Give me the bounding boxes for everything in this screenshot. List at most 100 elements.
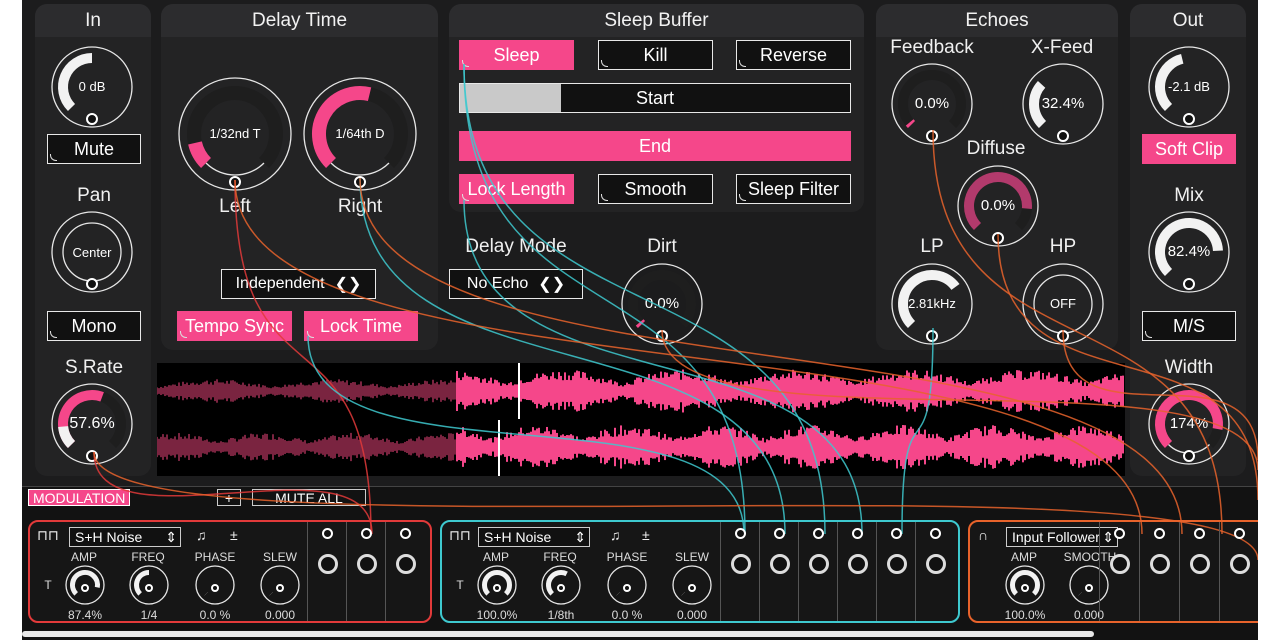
sleep-filter-label: Sleep Filter — [747, 178, 840, 199]
mono-label: Mono — [71, 315, 117, 336]
mod2-phase-knob[interactable] — [607, 565, 647, 605]
mod-depth-knob[interactable] — [318, 554, 338, 574]
add-modulator-button[interactable]: + — [217, 489, 241, 506]
dirt-knob[interactable]: 0.0% — [621, 263, 703, 345]
mod1-amp-knob[interactable] — [65, 565, 105, 605]
end-label: End — [638, 135, 672, 156]
mute-all-button[interactable]: MUTE ALL — [252, 489, 366, 506]
arrows-icon: ❮❯ — [334, 276, 362, 293]
mix-knob[interactable]: 82.4% — [1148, 211, 1230, 293]
tempo-sync-button[interactable]: Tempo Sync — [177, 311, 292, 341]
lock-length-button[interactable]: Lock Length — [459, 174, 574, 204]
mod2-type-select[interactable]: S+H Noise ⇕ — [478, 527, 590, 547]
mod-depth-knob[interactable] — [1150, 554, 1170, 574]
mod-output-port[interactable] — [1114, 528, 1125, 539]
xfeed-label: X-Feed — [1030, 37, 1094, 58]
mod-output-port[interactable] — [735, 528, 746, 539]
mute-label: Mute — [73, 138, 115, 159]
mod1-slew-knob[interactable] — [260, 565, 300, 605]
mod-output-port[interactable] — [322, 528, 333, 539]
trigger-label: T — [456, 578, 464, 592]
mod1-type: S+H Noise — [75, 529, 143, 545]
kill-button[interactable]: Kill — [598, 40, 713, 70]
sleep-button[interactable]: Sleep — [459, 40, 574, 70]
mod-depth-knob[interactable] — [848, 554, 868, 574]
reverse-button[interactable]: Reverse — [736, 40, 851, 70]
left-delay-knob[interactable]: 1/32nd T — [178, 77, 292, 191]
mod-depth-knob[interactable] — [770, 554, 790, 574]
hp-knob[interactable]: OFF — [1022, 263, 1104, 345]
mod1-freq-knob[interactable] — [129, 565, 169, 605]
bipolar-icon[interactable]: ± — [642, 527, 650, 543]
mono-button[interactable]: Mono — [47, 311, 141, 341]
mod1-phase-knob[interactable] — [195, 565, 235, 605]
modulator-2: ⊓⊓ S+H Noise ⇕ ♫ ± AMP FREQ PHASE SLEW 10… — [440, 520, 960, 623]
mod-output-port[interactable] — [852, 528, 863, 539]
delay-link-select[interactable]: Independent ❮❯ — [221, 269, 376, 299]
lock-time-button[interactable]: Lock Time — [304, 311, 418, 341]
srate-label: S.Rate — [64, 357, 124, 378]
ms-button[interactable]: M/S — [1142, 311, 1236, 341]
mod-depth-knob[interactable] — [809, 554, 829, 574]
mod-output-port[interactable] — [1154, 528, 1165, 539]
lp-knob[interactable]: 2.81kHz — [891, 263, 973, 345]
left-label: Left — [219, 196, 251, 217]
mod3-type-select[interactable]: Input Follower ⇕ — [1006, 527, 1118, 547]
right-delay-knob[interactable]: 1/64th D — [303, 77, 417, 191]
mod-slot-divider — [307, 522, 308, 621]
mod2-amp-knob[interactable] — [477, 565, 517, 605]
feedback-knob[interactable]: 0.0% — [891, 63, 973, 145]
srate-value: 57.6% — [69, 415, 115, 432]
mod-slot-divider — [798, 522, 799, 621]
diffuse-knob[interactable]: 0.0% — [957, 165, 1039, 247]
width-knob[interactable]: 174% — [1148, 383, 1230, 465]
mod3-smooth-knob[interactable] — [1069, 565, 1109, 605]
waveform-display[interactable] — [156, 363, 1125, 476]
mod-output-port[interactable] — [930, 528, 941, 539]
feedback-value: 0.0% — [914, 95, 950, 112]
mod-output-port[interactable] — [361, 528, 372, 539]
soft-clip-button[interactable]: Soft Clip — [1142, 134, 1236, 164]
mod-depth-knob[interactable] — [396, 554, 416, 574]
mod-depth-knob[interactable] — [1190, 554, 1210, 574]
srate-knob[interactable]: 57.6% — [51, 383, 133, 465]
mod-depth-knob[interactable] — [731, 554, 751, 574]
mod-depth-knob[interactable] — [1230, 554, 1250, 574]
note-icon[interactable]: ♫ — [610, 527, 621, 543]
mod-output-port[interactable] — [774, 528, 785, 539]
mod-depth-knob[interactable] — [926, 554, 946, 574]
echoes-title: Echoes — [876, 4, 1118, 37]
input-gain-value: 0 dB — [78, 79, 106, 94]
start-slider[interactable]: Start — [459, 83, 851, 113]
bipolar-icon[interactable]: ± — [230, 527, 238, 543]
mod1-type-select[interactable]: S+H Noise ⇕ — [69, 527, 181, 547]
start-label: Start — [635, 87, 674, 108]
note-icon[interactable]: ♫ — [196, 527, 207, 543]
mod3-amp-knob[interactable] — [1005, 565, 1045, 605]
mod2-slew-knob[interactable] — [672, 565, 712, 605]
smooth-button[interactable]: Smooth — [598, 174, 713, 204]
mod-depth-knob[interactable] — [1110, 554, 1130, 574]
updown-icon: ⇕ — [165, 528, 177, 545]
mod-output-port[interactable] — [891, 528, 902, 539]
mod-output-port[interactable] — [813, 528, 824, 539]
mod-depth-knob[interactable] — [887, 554, 907, 574]
mod-output-port[interactable] — [1234, 528, 1245, 539]
end-slider[interactable]: End — [459, 131, 851, 161]
mod-output-port[interactable] — [1194, 528, 1205, 539]
mod-output-port[interactable] — [400, 528, 411, 539]
mute-button[interactable]: Mute — [47, 134, 141, 164]
lock-length-label: Lock Length — [467, 178, 566, 199]
xfeed-knob[interactable]: 32.4% — [1022, 63, 1104, 145]
horizontal-scrollbar[interactable] — [22, 631, 1094, 637]
pan-knob[interactable]: Center — [51, 211, 133, 293]
mod-depth-knob[interactable] — [357, 554, 377, 574]
output-gain-knob[interactable]: -2.1 dB — [1148, 46, 1230, 128]
trigger-label: T — [44, 578, 52, 592]
sleep-filter-button[interactable]: Sleep Filter — [736, 174, 851, 204]
input-gain-knob[interactable]: 0 dB — [51, 46, 133, 128]
mod2-freq-knob[interactable] — [541, 565, 581, 605]
width-value: 174% — [1169, 415, 1209, 432]
mod1-freq-value: 1/4 — [140, 608, 158, 622]
delay-mode-select[interactable]: No Echo ❮❯ — [449, 269, 583, 299]
